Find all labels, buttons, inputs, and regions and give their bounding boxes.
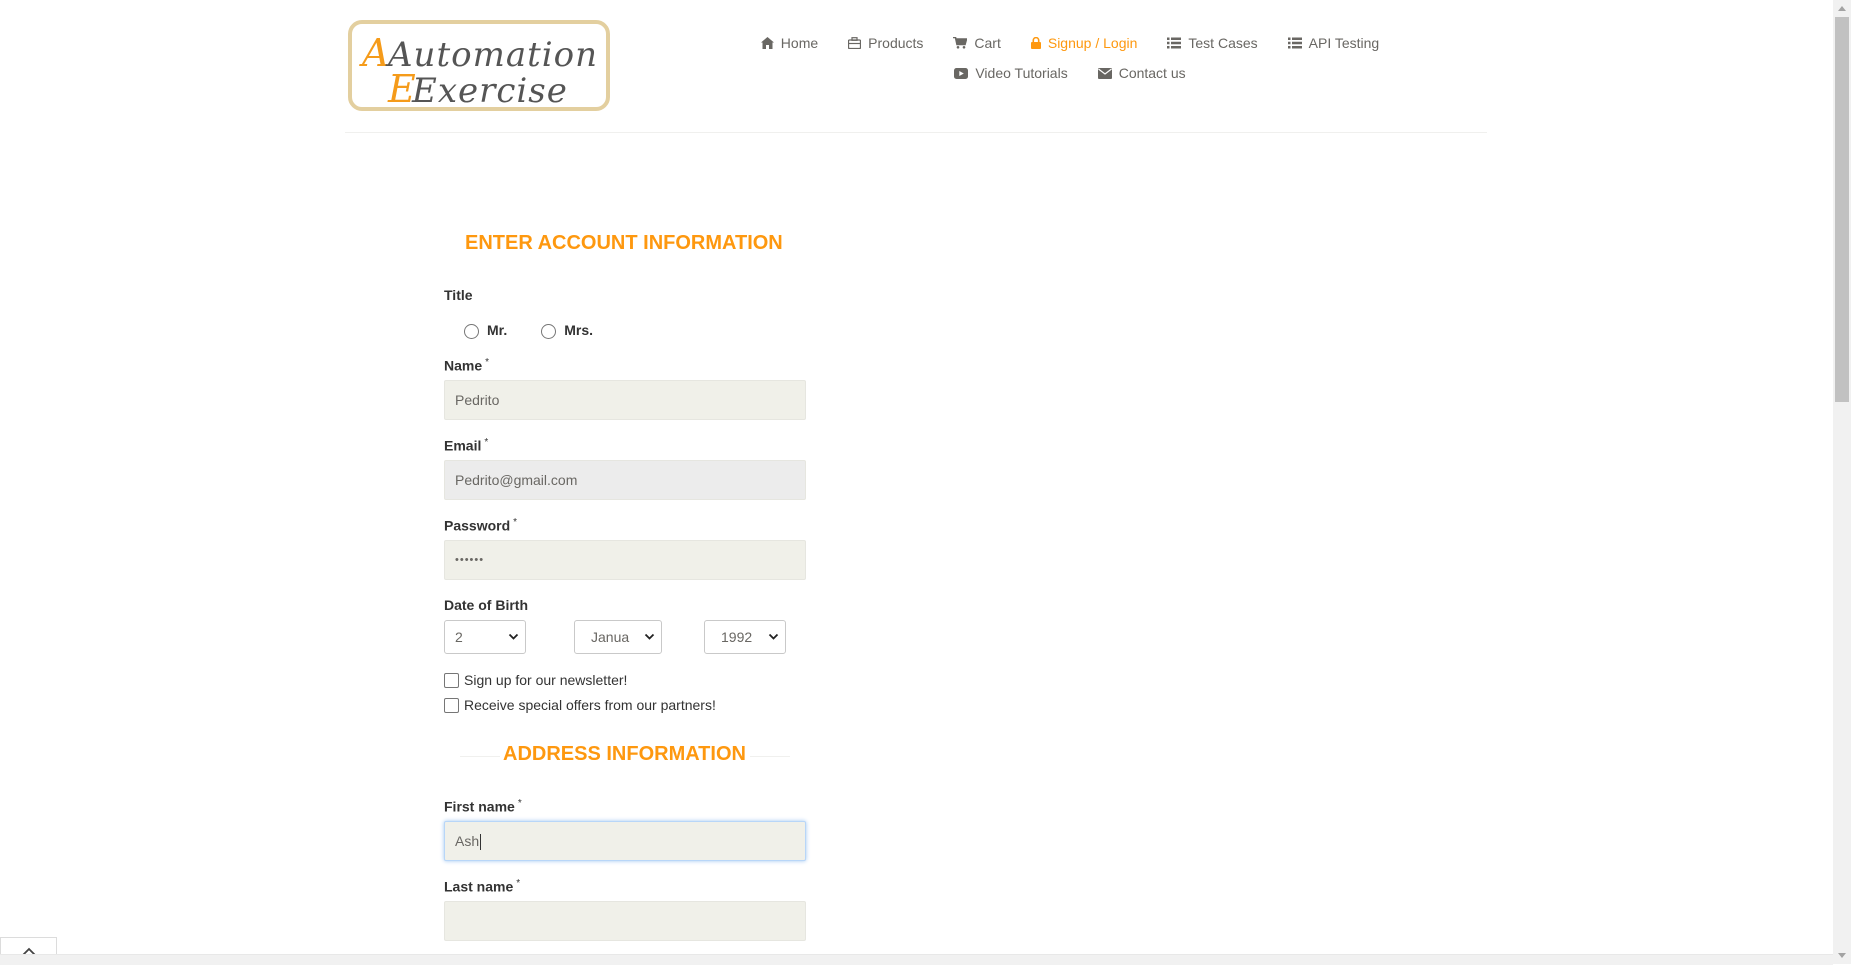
page: A Automation E Exercise Home Products Ca… — [0, 0, 1833, 965]
name-label: Name * — [444, 357, 489, 374]
vertical-scrollbar[interactable] — [1833, 0, 1851, 964]
site-logo[interactable]: A Automation E Exercise — [348, 20, 610, 111]
nav-test-cases-label: Test Cases — [1188, 35, 1258, 51]
address-info-heading: ADDRESS INFORMATION — [503, 743, 746, 765]
nav-cart[interactable]: Cart — [953, 35, 1001, 51]
name-input[interactable]: Pedrito — [444, 380, 806, 420]
address-heading-line-right — [750, 756, 790, 757]
logo-text-line2: Exercise — [411, 71, 568, 107]
email-label-text: Email — [444, 437, 482, 454]
password-label: Password * — [444, 517, 517, 534]
nav-api-testing[interactable]: API Testing — [1287, 35, 1380, 51]
special-offers-option[interactable]: Receive special offers from our partners… — [444, 697, 716, 713]
home-icon — [760, 37, 774, 49]
title-radio-group: Mr. Mrs. — [464, 321, 593, 339]
radio-circle[interactable] — [541, 324, 557, 339]
cart-icon — [953, 37, 968, 49]
list-icon — [1167, 37, 1182, 49]
scrollbar-thumb[interactable] — [1835, 17, 1849, 402]
last-name-label-text: Last name — [444, 878, 514, 895]
dob-month-select[interactable]: Janua — [574, 620, 662, 654]
scrollbar-up-button[interactable] — [1833, 0, 1851, 17]
nav-test-cases[interactable]: Test Cases — [1167, 35, 1258, 51]
dob-month-value: Janua — [591, 629, 630, 645]
text-caret — [480, 834, 482, 851]
chevron-down-icon — [508, 633, 519, 640]
title-label: Title — [444, 287, 473, 303]
first-name-label: First name * — [444, 798, 522, 815]
triangle-up-icon — [1838, 6, 1846, 11]
dob-year-select[interactable]: 1992 — [704, 620, 786, 654]
last-name-label: Last name * — [444, 878, 520, 895]
nav-row-1: Home Products Cart Signup / Login Test C… — [740, 28, 1400, 58]
title-mr-radio[interactable]: Mr. — [464, 321, 507, 339]
email-label: Email * — [444, 437, 488, 454]
horizontal-scrollbar[interactable] — [0, 954, 1833, 965]
main-nav: Home Products Cart Signup / Login Test C… — [740, 28, 1400, 88]
nav-video-tutorials[interactable]: Video Tutorials — [954, 65, 1068, 81]
nav-cart-label: Cart — [974, 35, 1001, 51]
password-input[interactable]: •••••• — [444, 540, 806, 580]
title-mrs-radio[interactable]: Mrs. — [541, 321, 593, 339]
required-mark: * — [513, 517, 518, 528]
logo-text-line1: Automation — [385, 35, 598, 75]
logo-letter-a: A — [359, 31, 389, 75]
list-icon — [1287, 37, 1302, 49]
first-name-input[interactable]: Ash — [444, 821, 806, 861]
newsletter-checkbox[interactable] — [444, 672, 459, 688]
account-info-heading: ENTER ACCOUNT INFORMATION — [465, 232, 783, 254]
dob-day-select[interactable]: 2 — [444, 620, 526, 654]
nav-signup-login[interactable]: Signup / Login — [1030, 35, 1138, 51]
nav-signup-login-label: Signup / Login — [1047, 35, 1138, 51]
youtube-icon — [954, 67, 969, 79]
nav-products[interactable]: Products — [848, 35, 923, 51]
name-label-text: Name — [444, 357, 483, 374]
nav-video-tutorials-label: Video Tutorials — [975, 65, 1068, 81]
nav-contact-us-label: Contact us — [1118, 65, 1186, 81]
last-name-input[interactable] — [444, 901, 806, 941]
newsletter-option[interactable]: Sign up for our newsletter! — [444, 672, 627, 688]
envelope-icon — [1097, 67, 1112, 79]
first-name-label-text: First name — [444, 798, 515, 815]
title-mrs-label: Mrs. — [564, 322, 594, 338]
password-label-text: Password — [444, 517, 511, 534]
dob-year-value: 1992 — [721, 629, 753, 645]
briefcase-icon — [848, 37, 862, 49]
dob-label: Date of Birth — [444, 597, 528, 613]
chevron-down-icon — [644, 633, 655, 640]
nav-api-testing-label: API Testing — [1308, 35, 1380, 51]
email-input[interactable]: Pedrito@gmail.com — [444, 460, 806, 500]
special-offers-label: Receive special offers from our partners… — [464, 697, 716, 713]
first-name-value: Ash — [455, 833, 480, 849]
nav-home-label: Home — [780, 35, 819, 51]
nav-home[interactable]: Home — [760, 35, 819, 51]
chevron-down-icon — [768, 633, 779, 640]
required-mark: * — [485, 357, 490, 368]
lock-icon — [1030, 37, 1041, 49]
required-mark: * — [484, 437, 489, 448]
address-heading-line-left — [460, 756, 500, 757]
newsletter-label: Sign up for our newsletter! — [464, 672, 628, 688]
nav-products-label: Products — [868, 35, 924, 51]
header-divider — [345, 132, 1487, 133]
nav-contact-us[interactable]: Contact us — [1097, 65, 1186, 81]
scrollbar-down-button[interactable] — [1833, 947, 1851, 964]
special-offers-checkbox[interactable] — [444, 697, 459, 713]
triangle-down-icon — [1838, 953, 1846, 958]
required-mark: * — [517, 798, 522, 809]
required-mark: * — [516, 878, 521, 889]
nav-row-2: Video Tutorials Contact us — [740, 58, 1400, 88]
title-mr-label: Mr. — [487, 322, 508, 338]
radio-circle[interactable] — [464, 324, 479, 339]
dob-day-value: 2 — [455, 629, 463, 645]
